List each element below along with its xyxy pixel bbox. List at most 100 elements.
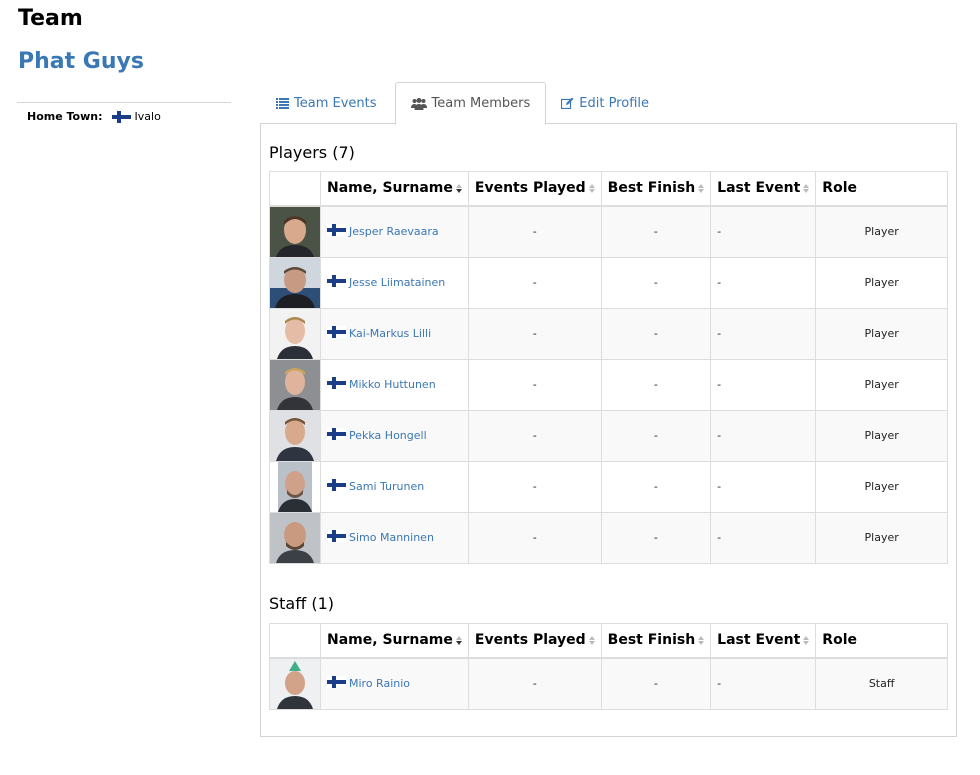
hometown-label: Home Town: — [27, 110, 103, 123]
role-cell: Staff — [815, 657, 948, 710]
player-link[interactable]: Jesper Raevaara — [349, 225, 439, 238]
events-played-cell: - — [467, 205, 602, 258]
sort-icon — [455, 635, 462, 645]
col-name-surname[interactable]: Name, Surname — [320, 623, 469, 659]
last-event-cell: - — [710, 256, 817, 309]
photo-cell — [269, 657, 321, 710]
tab-team-members-label: Team Members — [431, 96, 531, 111]
sort-icon — [698, 183, 705, 193]
player-photo[interactable] — [270, 461, 320, 512]
staff-section-title: Staff (1) — [269, 594, 335, 613]
photo-cell — [269, 307, 321, 360]
table-row: Mikko Huttunen - - - Player — [269, 358, 948, 411]
players-section-title: Players (7) — [269, 143, 355, 162]
player-photo[interactable] — [270, 308, 320, 359]
last-event-cell: - — [710, 307, 817, 360]
player-name-cell: Mikko Huttunen — [320, 358, 469, 411]
tab-edit-profile[interactable]: Edit Profile — [546, 82, 664, 124]
photo-cell — [269, 460, 321, 513]
best-finish-cell: - — [600, 307, 712, 360]
team-name: Phat Guys — [18, 49, 144, 74]
col-best-finish[interactable]: Best Finish — [600, 171, 712, 207]
sort-icon — [588, 635, 595, 645]
sort-icon — [803, 635, 810, 645]
tab-team-events[interactable]: Team Events — [261, 82, 392, 124]
col-events-played[interactable]: Events Played — [467, 171, 602, 207]
role-cell: Player — [815, 511, 948, 564]
staff-name-cell: Miro Rainio — [320, 657, 469, 710]
col-last-event[interactable]: Last Event — [710, 171, 817, 207]
player-link[interactable]: Mikko Huttunen — [349, 378, 436, 391]
player-name-cell: Kai-Markus Lilli — [320, 307, 469, 360]
finland-flag-icon — [327, 224, 346, 236]
finland-flag-icon — [327, 428, 346, 440]
best-finish-cell: - — [600, 460, 712, 513]
best-finish-cell: - — [600, 256, 712, 309]
tab-team-members[interactable]: Team Members — [394, 82, 547, 125]
finland-flag-icon — [327, 530, 346, 542]
player-photo[interactable] — [270, 206, 320, 257]
finland-flag-icon — [327, 326, 346, 338]
role-cell: Player — [815, 307, 948, 360]
sort-icon — [698, 635, 705, 645]
finland-flag-icon — [327, 676, 346, 688]
events-played-cell: - — [467, 657, 602, 710]
players-table-body: Jesper Raevaara - - - Player Jesse Liima… — [269, 205, 948, 564]
col-events-played[interactable]: Events Played — [467, 623, 602, 659]
player-photo[interactable] — [270, 359, 320, 410]
events-played-cell: - — [467, 256, 602, 309]
table-row: Miro Rainio - - - Staff — [269, 657, 948, 710]
photo-cell — [269, 511, 321, 564]
finland-flag-icon — [327, 275, 346, 287]
player-name-cell: Jesse Liimatainen — [320, 256, 469, 309]
col-name-surname[interactable]: Name, Surname — [320, 171, 469, 207]
finland-flag-icon — [327, 377, 346, 389]
hometown-row: Home Town: Ivalo — [17, 103, 231, 123]
player-link[interactable]: Simo Manninen — [349, 531, 434, 544]
table-row: Sami Turunen - - - Player — [269, 460, 948, 513]
players-table: Name, Surname Events Played Best Finish … — [269, 171, 948, 564]
staff-link[interactable]: Miro Rainio — [349, 677, 410, 690]
sort-icon — [803, 183, 810, 193]
edit-icon — [561, 97, 574, 109]
profile-tabs: Team Events Team Members Edit Profile — [261, 82, 957, 125]
best-finish-cell: - — [600, 511, 712, 564]
staff-table: Name, Surname Events Played Best Finish … — [269, 623, 948, 710]
last-event-cell: - — [710, 358, 817, 411]
table-row: Simo Manninen - - - Player — [269, 511, 948, 564]
staff-table-body: Miro Rainio - - - Staff — [269, 657, 948, 710]
table-row: Kai-Markus Lilli - - - Player — [269, 307, 948, 360]
users-icon — [410, 97, 427, 110]
list-icon — [276, 97, 289, 109]
best-finish-cell: - — [600, 358, 712, 411]
finland-flag-icon — [111, 110, 131, 123]
tab-edit-profile-label: Edit Profile — [579, 95, 649, 111]
col-role: Role — [815, 623, 948, 659]
staff-photo[interactable] — [270, 658, 320, 709]
finland-flag-icon — [327, 479, 346, 491]
sort-icon — [588, 183, 595, 193]
player-photo[interactable] — [270, 512, 320, 563]
player-link[interactable]: Jesse Liimatainen — [349, 276, 445, 289]
player-link[interactable]: Sami Turunen — [349, 480, 424, 493]
player-name-cell: Simo Manninen — [320, 511, 469, 564]
best-finish-cell: - — [600, 657, 712, 710]
role-cell: Player — [815, 205, 948, 258]
player-name-cell: Jesper Raevaara — [320, 205, 469, 258]
best-finish-cell: - — [600, 409, 712, 462]
player-name-cell: Sami Turunen — [320, 460, 469, 513]
player-link[interactable]: Pekka Hongell — [349, 429, 427, 442]
sort-icon — [455, 183, 462, 193]
table-row: Jesper Raevaara - - - Player — [269, 205, 948, 258]
photo-cell — [269, 409, 321, 462]
player-photo[interactable] — [270, 257, 320, 308]
col-last-event[interactable]: Last Event — [710, 623, 817, 659]
hometown-value: Ivalo — [134, 110, 161, 123]
player-photo[interactable] — [270, 410, 320, 461]
photo-column-header — [269, 171, 321, 207]
player-link[interactable]: Kai-Markus Lilli — [349, 327, 431, 340]
best-finish-cell: - — [600, 205, 712, 258]
col-best-finish[interactable]: Best Finish — [600, 623, 712, 659]
events-played-cell: - — [467, 307, 602, 360]
last-event-cell: - — [710, 511, 817, 564]
